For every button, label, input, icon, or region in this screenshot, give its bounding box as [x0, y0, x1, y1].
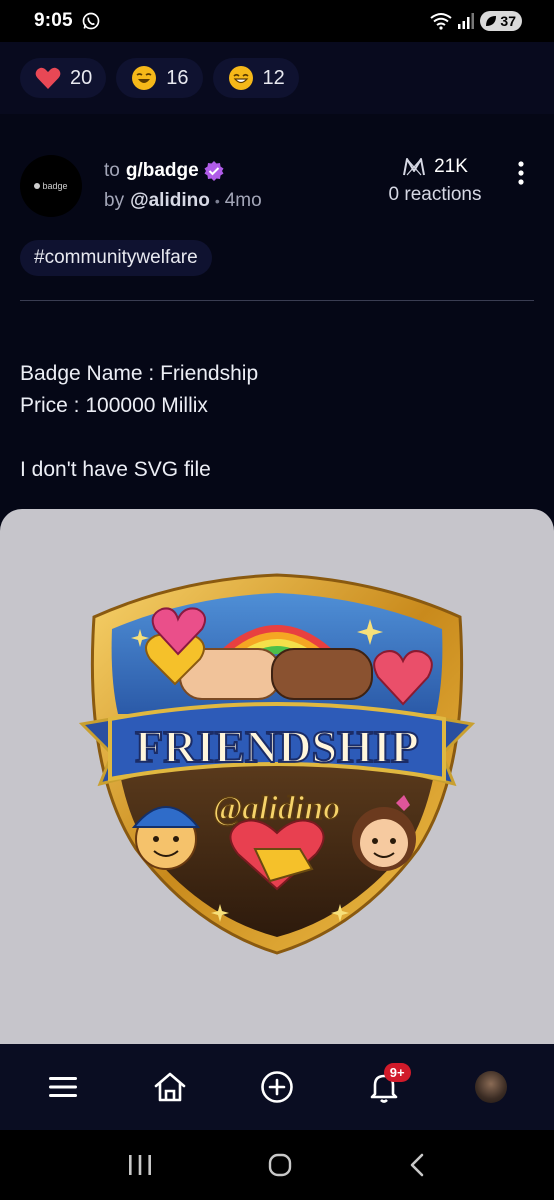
create-post-button[interactable] [247, 1057, 307, 1117]
reaction-laughing[interactable]: 16 [116, 58, 203, 98]
battery-level: 37 [500, 13, 516, 29]
post-stats: 21K 0 reactions [380, 156, 490, 206]
friendship-badge-image: FRIENDSHIP @alidino [78, 573, 476, 955]
notification-badge: 9+ [383, 1063, 411, 1082]
status-bar: 9:05 37 [0, 0, 554, 42]
profile-button[interactable] [461, 1057, 521, 1117]
grinning-face-icon [228, 66, 253, 90]
signal-icon [458, 13, 475, 29]
post-header: badge to g/badge by @alidino • 4mo 21K 0… [20, 150, 534, 222]
views-count: 21K [380, 156, 490, 178]
power-saving-icon [486, 16, 497, 26]
bottom-navigation: 9+ [0, 1044, 554, 1130]
author-link[interactable]: @alidino [130, 190, 210, 212]
system-navigation [0, 1130, 554, 1200]
views-value: 21K [434, 156, 468, 177]
divider [20, 300, 534, 301]
badge-title: FRIENDSHIP [135, 721, 419, 772]
views-icon [403, 158, 426, 176]
menu-button[interactable] [33, 1057, 93, 1117]
avatar [474, 1071, 507, 1103]
home-circle-icon[interactable] [267, 1152, 293, 1178]
battery-icon: 37 [480, 11, 522, 31]
avatar-label: badge [34, 181, 68, 191]
to-label: to [104, 160, 120, 181]
recents-icon[interactable] [127, 1153, 153, 1177]
body-line: I don't have SVG file [20, 458, 211, 481]
post-image[interactable]: FRIENDSHIP @alidino [0, 509, 554, 1049]
home-button[interactable] [140, 1057, 200, 1117]
back-icon[interactable] [407, 1152, 427, 1178]
avatar-text: badge [42, 181, 68, 191]
reactions-count[interactable]: 0 reactions [380, 184, 490, 206]
post-author-line: by @alidino • 4mo [104, 190, 262, 212]
whatsapp-icon [82, 12, 100, 30]
verified-icon [204, 161, 224, 181]
wifi-icon [430, 13, 453, 30]
laughing-face-icon [132, 66, 157, 90]
reaction-grinning[interactable]: 12 [212, 58, 299, 98]
body-line: Price : 100000 Millix [20, 394, 208, 417]
group-link[interactable]: g/badge [126, 160, 199, 182]
reactions-bar: 20 16 12 [0, 42, 554, 114]
heart-icon [35, 67, 61, 89]
post-group-line: to g/badge [104, 160, 225, 182]
by-label: by [104, 190, 125, 211]
reaction-heart[interactable]: 20 [20, 58, 107, 98]
post-body: Badge Name : Friendship Price : 100000 M… [20, 358, 258, 486]
home-icon [154, 1072, 186, 1102]
group-avatar[interactable]: badge [20, 155, 82, 217]
body-line: Badge Name : Friendship [20, 362, 259, 385]
notifications-button[interactable]: 9+ [354, 1057, 414, 1117]
avatar-dot [34, 183, 41, 189]
separator-dot: • [214, 193, 220, 209]
menu-icon [49, 1077, 78, 1097]
more-icon[interactable] [516, 160, 526, 186]
badge-handle: @alidino [214, 790, 341, 827]
post-age: 4mo [224, 190, 262, 211]
reaction-count: 20 [70, 66, 93, 89]
status-time: 9:05 [34, 10, 73, 31]
reaction-count: 12 [262, 66, 285, 89]
status-indicators: 37 [430, 11, 522, 31]
add-icon [261, 1071, 293, 1103]
reaction-count: 16 [166, 66, 189, 89]
hashtag-chip[interactable]: #communitywelfare [20, 240, 212, 276]
